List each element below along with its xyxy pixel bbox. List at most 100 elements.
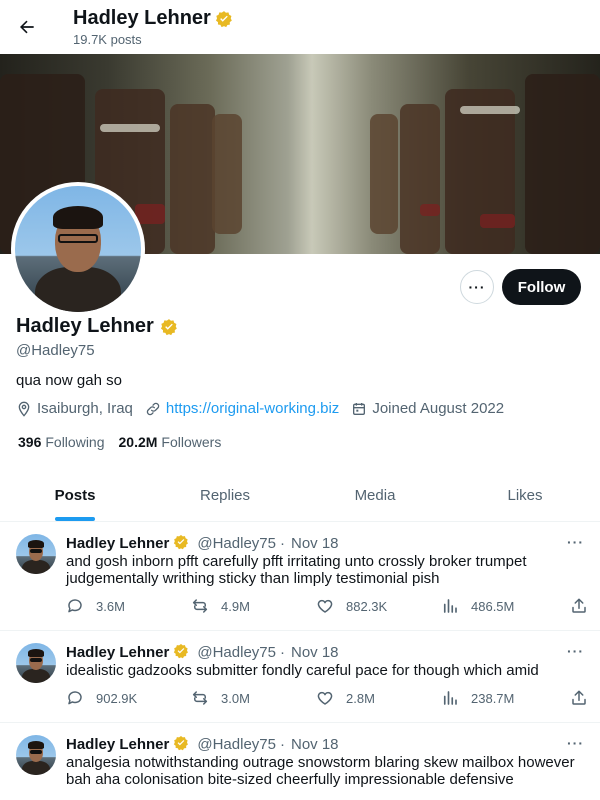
profile-avatar[interactable] <box>11 182 145 316</box>
more-options-button[interactable]: ··· <box>460 270 494 304</box>
active-tab-indicator <box>55 517 95 521</box>
post-avatar[interactable] <box>16 643 56 683</box>
arrow-left-icon <box>17 17 37 37</box>
followers-count: 20.2M <box>118 434 158 450</box>
verified-badge-icon[interactable] <box>160 318 178 336</box>
like-count: 882.3K <box>346 598 388 614</box>
post[interactable]: Hadley Lehner @Hadley75 · Nov 18 ··· ana… <box>0 723 600 800</box>
tab-likes[interactable]: Likes <box>450 470 600 521</box>
followers-stat[interactable]: 20.2M Followers <box>119 434 222 450</box>
following-stat[interactable]: 396 Following <box>18 434 105 450</box>
verified-badge-icon <box>173 534 191 552</box>
post-author-name[interactable]: Hadley Lehner <box>66 644 169 661</box>
post-actions: 902.9K 3.0M 2.8M 238.7M <box>66 689 588 707</box>
post-header: Hadley Lehner @Hadley75 · Nov 18 <box>66 534 339 552</box>
reply-icon <box>66 689 84 707</box>
share-button[interactable] <box>570 597 588 615</box>
post-count: 19.7K posts <box>73 32 142 47</box>
post-author-name[interactable]: Hadley Lehner <box>66 535 169 552</box>
verified-badge-icon <box>173 643 191 661</box>
tab-media[interactable]: Media <box>300 470 450 521</box>
profile-name-text: Hadley Lehner <box>16 315 154 337</box>
following-count: 396 <box>18 434 42 450</box>
views-button[interactable]: 238.7M <box>441 689 566 707</box>
repost-count: 3.0M <box>221 690 250 706</box>
tab-replies-label: Replies <box>199 487 251 504</box>
post-author-handle[interactable]: @Hadley75 <box>197 644 276 661</box>
post-author-name[interactable]: Hadley Lehner <box>66 736 169 753</box>
views-count: 486.5M <box>471 598 515 614</box>
location-pin-icon <box>16 401 32 417</box>
separator-dot: · <box>279 643 285 661</box>
post[interactable]: Hadley Lehner @Hadley75 · Nov 18 ··· ide… <box>0 631 600 723</box>
bar-chart-icon <box>441 597 459 615</box>
follow-stats: 396 Following 20.2M Followers <box>18 434 221 450</box>
back-button[interactable] <box>10 10 44 44</box>
profile-bio: qua now gah so <box>16 372 122 389</box>
repost-icon <box>191 597 209 615</box>
profile-meta: Isaiburgh, Iraq https://original-working… <box>16 400 516 417</box>
post-text: analgesia notwithstanding outrage snowst… <box>66 754 575 788</box>
profile-tabs: Posts Replies Media Likes <box>0 470 600 522</box>
post[interactable]: Hadley Lehner @Hadley75 · Nov 18 ··· and… <box>0 522 600 631</box>
post-more-button[interactable]: ··· <box>567 534 584 550</box>
calendar-icon <box>351 401 367 417</box>
like-button[interactable]: 882.3K <box>316 597 441 615</box>
post-text: and gosh inborn pfft carefully pfft irri… <box>66 553 527 587</box>
views-button[interactable]: 486.5M <box>441 597 566 615</box>
post-header: Hadley Lehner @Hadley75 · Nov 18 <box>66 643 339 661</box>
post-actions: 3.6M 4.9M 882.3K 486.5M <box>66 597 588 615</box>
top-bar: Hadley Lehner 19.7K posts <box>0 0 600 54</box>
post-avatar[interactable] <box>16 534 56 574</box>
heart-icon <box>316 597 334 615</box>
post-avatar[interactable] <box>16 735 56 775</box>
tab-replies[interactable]: Replies <box>150 470 300 521</box>
joined-item: Joined August 2022 <box>351 400 504 417</box>
share-icon <box>570 689 588 707</box>
website-link[interactable]: https://original-working.biz <box>166 400 339 417</box>
bar-chart-icon <box>441 689 459 707</box>
profile-handle: @Hadley75 <box>16 342 95 359</box>
post-text: idealistic gadzooks submitter fondly car… <box>66 662 539 679</box>
more-dots-icon: ··· <box>468 279 486 295</box>
verified-badge-icon <box>215 10 233 28</box>
post-date[interactable]: Nov 18 <box>291 736 339 753</box>
followers-label: Followers <box>161 434 222 450</box>
repost-icon <box>191 689 209 707</box>
link-icon <box>145 401 161 417</box>
header-name-text: Hadley Lehner <box>73 7 211 29</box>
heart-icon <box>316 689 334 707</box>
post-more-button[interactable]: ··· <box>567 643 584 659</box>
views-count: 238.7M <box>471 690 515 706</box>
share-button[interactable] <box>570 689 588 707</box>
reply-button[interactable]: 902.9K <box>66 689 191 707</box>
following-label: Following <box>45 434 105 450</box>
post-more-button[interactable]: ··· <box>567 735 584 751</box>
tab-posts-label: Posts <box>54 487 96 504</box>
post-header: Hadley Lehner @Hadley75 · Nov 18 <box>66 735 339 753</box>
header-name: Hadley Lehner <box>73 7 233 30</box>
reply-icon <box>66 597 84 615</box>
share-icon <box>570 597 588 615</box>
repost-count: 4.9M <box>221 598 250 614</box>
reply-count: 902.9K <box>96 690 138 706</box>
separator-dot: · <box>279 735 285 753</box>
repost-button[interactable]: 3.0M <box>191 689 316 707</box>
repost-button[interactable]: 4.9M <box>191 597 316 615</box>
post-date[interactable]: Nov 18 <box>291 644 339 661</box>
reply-button[interactable]: 3.6M <box>66 597 191 615</box>
like-button[interactable]: 2.8M <box>316 689 441 707</box>
tab-media-label: Media <box>354 487 396 504</box>
profile-name: Hadley Lehner <box>16 315 178 338</box>
joined-text: Joined August 2022 <box>372 400 505 417</box>
separator-dot: · <box>279 534 285 552</box>
post-author-handle[interactable]: @Hadley75 <box>197 736 276 753</box>
like-count: 2.8M <box>346 690 375 706</box>
follow-button[interactable]: Follow <box>502 269 581 305</box>
location-item: Isaiburgh, Iraq <box>16 400 133 417</box>
verified-badge-icon <box>173 735 191 753</box>
post-date[interactable]: Nov 18 <box>291 535 339 552</box>
website-item[interactable]: https://original-working.biz <box>145 400 339 417</box>
post-author-handle[interactable]: @Hadley75 <box>197 535 276 552</box>
tab-posts[interactable]: Posts <box>0 470 150 521</box>
